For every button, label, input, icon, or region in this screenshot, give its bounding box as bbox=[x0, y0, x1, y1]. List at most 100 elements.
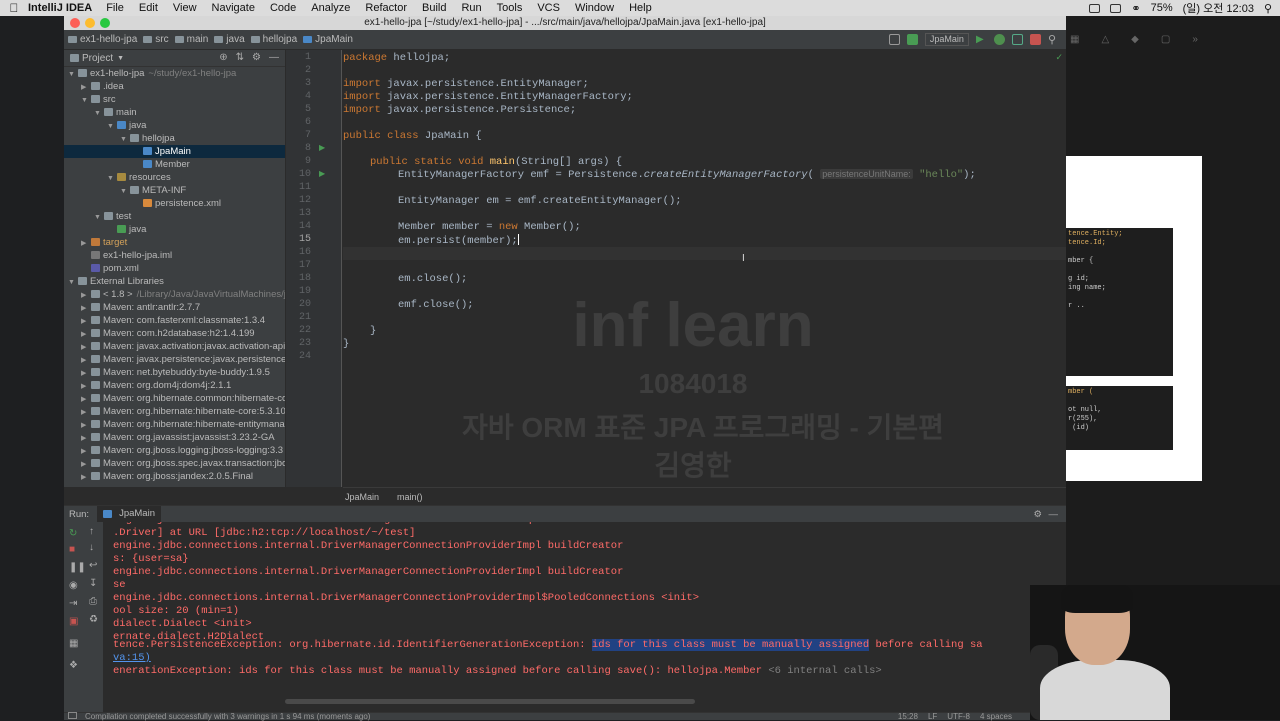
wrap-icon[interactable]: ↩ bbox=[89, 560, 97, 571]
chevron-right-icon[interactable]: ▶ bbox=[81, 341, 91, 353]
display-icon[interactable] bbox=[1089, 3, 1101, 13]
menu-file[interactable]: File bbox=[106, 2, 124, 14]
chevron-down-icon[interactable]: ▼ bbox=[81, 94, 91, 106]
run-gutter-icon[interactable]: ▶ bbox=[319, 169, 325, 178]
breadcrumb-item[interactable]: main bbox=[174, 34, 208, 45]
menu-code[interactable]: Code bbox=[270, 2, 296, 14]
coverage-icon[interactable] bbox=[1011, 34, 1023, 45]
chevron-right-icon[interactable]: ▶ bbox=[81, 471, 91, 483]
tree-item[interactable]: ▶ Maven: org.jboss:jandex:2.0.5.Final bbox=[64, 470, 285, 483]
tree-item[interactable]: ▶ Maven: com.h2database:h2:1.4.199 bbox=[64, 327, 285, 340]
hide-icon[interactable]: — bbox=[269, 52, 279, 63]
scroll-end-icon[interactable]: ↧ bbox=[89, 578, 97, 589]
tree-item[interactable]: ▶ Maven: org.dom4j:dom4j:2.1.1 bbox=[64, 379, 285, 392]
chevron-right-icon[interactable]: ▶ bbox=[81, 237, 91, 249]
menu-tools[interactable]: Tools bbox=[497, 2, 523, 14]
tree-item[interactable]: ▶ Maven: net.bytebuddy:byte-buddy:1.9.5 bbox=[64, 366, 285, 379]
chevron-right-icon[interactable]: ▶ bbox=[81, 458, 91, 470]
clock[interactable]: (일) 오전 12:03 bbox=[1183, 0, 1254, 16]
tree-item[interactable]: ▶ Maven: com.fasterxml:classmate:1.3.4 bbox=[64, 314, 285, 327]
search-icon[interactable]: ⚲ bbox=[1264, 2, 1272, 15]
run-console[interactable]: tence.PersistenceException: org.hibernat… bbox=[105, 522, 1066, 712]
tree-item[interactable]: Member bbox=[64, 158, 285, 171]
tree-item[interactable]: ▶ Maven: org.hibernate:hibernate-core:5.3… bbox=[64, 405, 285, 418]
minimize-icon[interactable] bbox=[85, 18, 95, 28]
tree-item[interactable]: ▶ Maven: org.hibernate:hibernate-entityma… bbox=[64, 418, 285, 431]
tree-item[interactable]: pom.xml bbox=[64, 262, 285, 275]
tree-item[interactable]: ▼ test bbox=[64, 210, 285, 223]
chevron-right-icon[interactable]: ▶ bbox=[81, 315, 91, 327]
layout-icon[interactable]: ▦ bbox=[69, 638, 78, 649]
tree-item[interactable]: ▶ Maven: javax.persistence:javax.persiste… bbox=[64, 353, 285, 366]
chevron-down-icon[interactable]: ▼ bbox=[117, 55, 124, 62]
breadcrumb-item[interactable]: hellojpa bbox=[250, 34, 297, 45]
menu-window[interactable]: Window bbox=[575, 2, 614, 14]
run-icon[interactable]: ▶ bbox=[976, 34, 987, 45]
tree-item[interactable]: ▶ target bbox=[64, 236, 285, 249]
tree-item[interactable]: ▶ .idea bbox=[64, 80, 285, 93]
stacktrace-link[interactable]: va:15) bbox=[113, 652, 151, 664]
close-icon[interactable] bbox=[70, 18, 80, 28]
tree-item[interactable]: ▶ < 1.8 >/Library/Java/JavaVirtualMachine… bbox=[64, 288, 285, 301]
chevron-right-icon[interactable]: ▶ bbox=[81, 81, 91, 93]
restore-icon[interactable]: ▣ bbox=[69, 616, 78, 627]
tree-item[interactable]: persistence.xml bbox=[64, 197, 285, 210]
tree-item[interactable]: ▼ hellojpa bbox=[64, 132, 285, 145]
run-config-select[interactable]: JpaMain bbox=[924, 33, 969, 46]
chevron-down-icon[interactable]: ▼ bbox=[94, 211, 104, 223]
menu-view[interactable]: View bbox=[173, 2, 197, 14]
tree-item[interactable]: ▶ Maven: org.hibernate.common:hibernate-c… bbox=[64, 392, 285, 405]
stop-icon[interactable]: ■ bbox=[69, 544, 75, 555]
chevron-down-icon[interactable]: ▼ bbox=[107, 120, 117, 132]
menu-build[interactable]: Build bbox=[422, 2, 446, 14]
menu-edit[interactable]: Edit bbox=[139, 2, 158, 14]
tree-item[interactable]: ▼ src bbox=[64, 93, 285, 106]
crumb-class[interactable]: JpaMain bbox=[345, 492, 379, 502]
exit-icon[interactable]: ⇥ bbox=[69, 598, 77, 609]
run-tab-jpamain[interactable]: JpaMain bbox=[97, 506, 161, 522]
tree-item[interactable]: ▶ Maven: org.jboss.logging:jboss-logging:… bbox=[64, 444, 285, 457]
chevron-down-icon[interactable]: ▼ bbox=[94, 107, 104, 119]
menu-navigate[interactable]: Navigate bbox=[212, 2, 255, 14]
debug-icon[interactable] bbox=[993, 34, 1005, 45]
tree-item[interactable]: ▶ Maven: javax.activation:javax.activatio… bbox=[64, 340, 285, 353]
cloud-icon[interactable] bbox=[1110, 3, 1122, 13]
hammer-icon[interactable] bbox=[906, 34, 918, 45]
breadcrumb-item[interactable]: src bbox=[143, 34, 169, 45]
apple-icon[interactable]:  bbox=[0, 1, 28, 15]
pause-icon[interactable]: ❚❚ bbox=[69, 562, 86, 573]
tree-item[interactable]: ▼ ex1-hello-jpa ~/study/ex1-hello-jpa bbox=[64, 67, 285, 80]
chevron-down-icon[interactable]: ▼ bbox=[120, 185, 130, 197]
wifi-icon[interactable]: ⚭ bbox=[1131, 2, 1140, 15]
down-arrow-icon[interactable]: ↓ bbox=[89, 542, 94, 553]
chevron-right-icon[interactable]: ▶ bbox=[81, 406, 91, 418]
crumb-method[interactable]: main() bbox=[397, 492, 423, 502]
horizontal-scrollbar[interactable] bbox=[285, 699, 695, 704]
hide-icon[interactable]: — bbox=[1049, 509, 1059, 520]
tree-item[interactable]: ▶ Maven: org.javassist:javassist:3.23.2-G… bbox=[64, 431, 285, 444]
chevron-right-icon[interactable]: ▶ bbox=[81, 445, 91, 457]
chevron-right-icon[interactable]: ▶ bbox=[81, 354, 91, 366]
collapse-icon[interactable]: ⇅ bbox=[236, 52, 244, 63]
run-gutter-icon[interactable]: ▶ bbox=[319, 143, 325, 152]
tree-item[interactable]: ▼ META-INF bbox=[64, 184, 285, 197]
chevron-down-icon[interactable]: ▼ bbox=[120, 133, 130, 145]
tree-item[interactable]: ▼ External Libraries bbox=[64, 275, 285, 288]
gear-icon[interactable]: ⚙ bbox=[1033, 509, 1042, 520]
menu-refactor[interactable]: Refactor bbox=[365, 2, 407, 14]
battery-percent[interactable]: 75% bbox=[1151, 2, 1173, 14]
tree-item[interactable]: ▼ main bbox=[64, 106, 285, 119]
tree-item[interactable]: ▶ Maven: antlr:antlr:2.7.7 bbox=[64, 301, 285, 314]
search-everywhere-icon[interactable]: ⚲ bbox=[1048, 33, 1056, 46]
chevron-down-icon[interactable]: ▼ bbox=[68, 276, 78, 288]
chevron-right-icon[interactable]: ▶ bbox=[81, 302, 91, 314]
tree-item[interactable]: java bbox=[64, 223, 285, 236]
code-editor[interactable]: inf learn 1084018 자바 ORM 표준 JPA 프로그래밍 - … bbox=[343, 50, 1066, 487]
tool-windows-icon[interactable] bbox=[68, 712, 77, 719]
menu-analyze[interactable]: Analyze bbox=[311, 2, 350, 14]
rerun-icon[interactable]: ↻ bbox=[69, 528, 77, 539]
tree-item[interactable]: ▼ java bbox=[64, 119, 285, 132]
project-panel-title[interactable]: Project bbox=[82, 53, 113, 64]
chevron-right-icon[interactable]: ▶ bbox=[81, 328, 91, 340]
print-icon[interactable]: ⎙ bbox=[89, 596, 97, 607]
